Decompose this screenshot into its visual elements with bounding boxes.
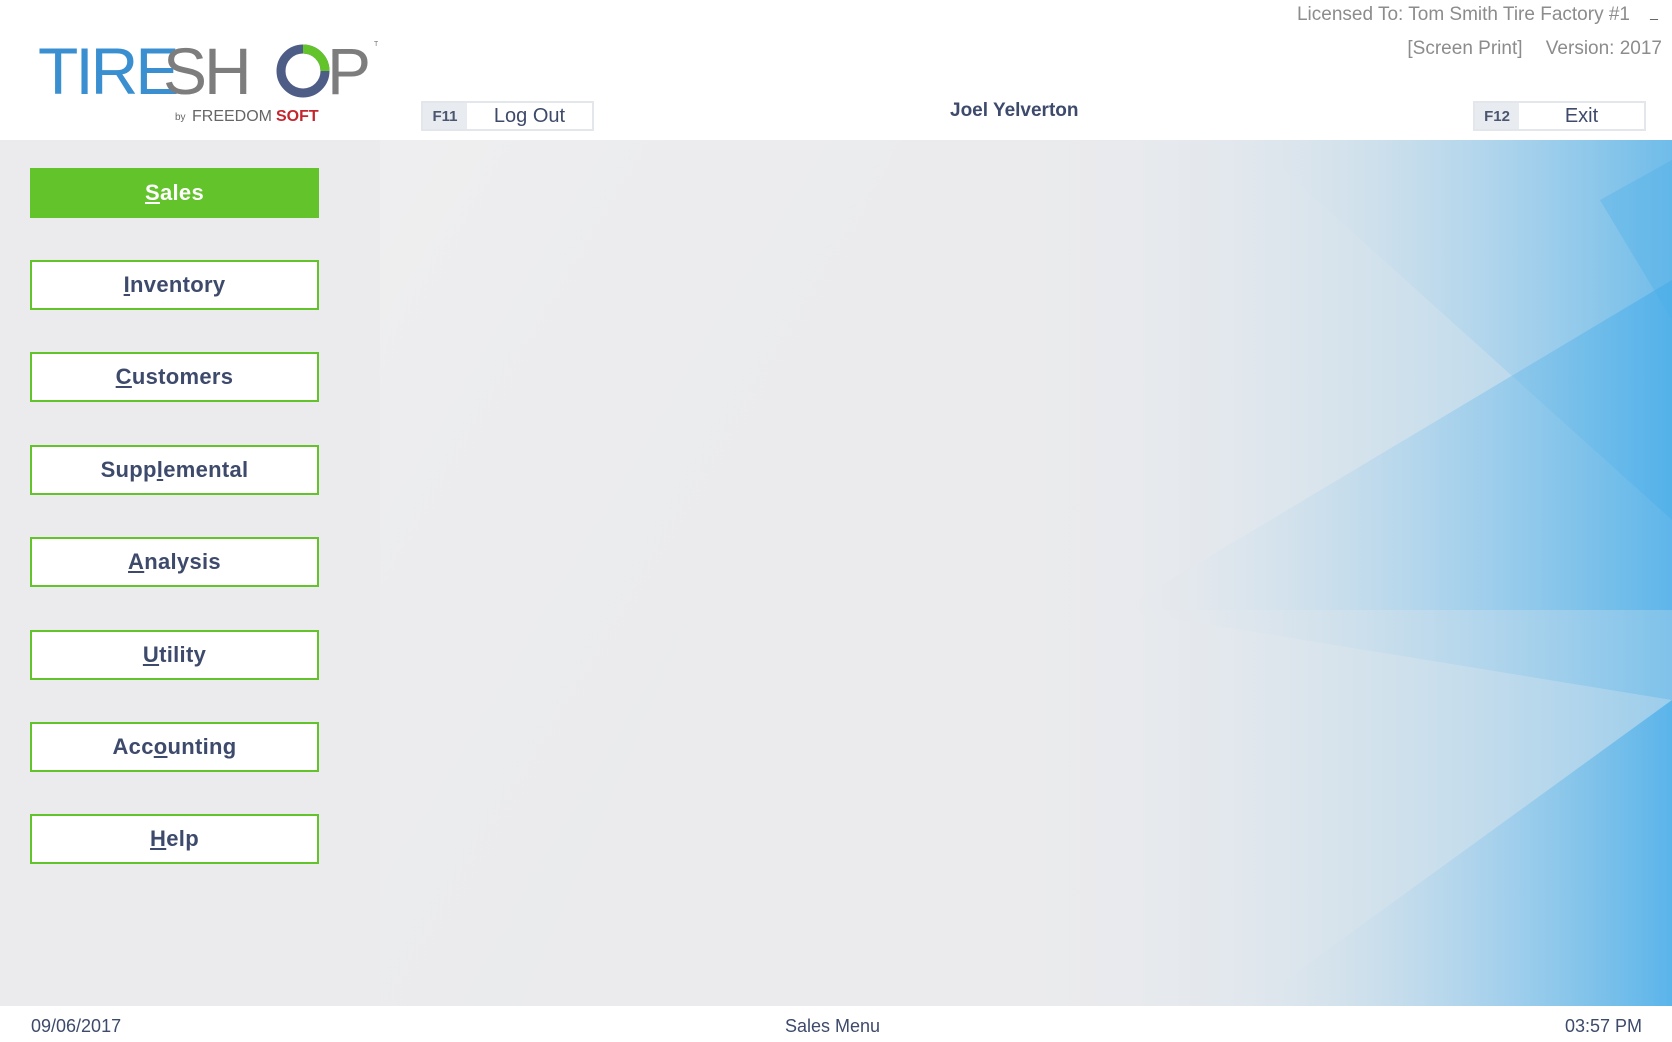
exit-button[interactable]: F12 Exit bbox=[1473, 101, 1646, 131]
logo-shop-text: SH bbox=[163, 34, 249, 108]
menu-sales-button[interactable]: Sales bbox=[30, 168, 319, 218]
status-time: 03:57 PM bbox=[1564, 1016, 1642, 1036]
menu-customers-button[interactable]: Customers bbox=[30, 352, 319, 402]
logo-tm-text: TM bbox=[374, 41, 378, 48]
menu-accounting-button[interactable]: Acc o unting bbox=[30, 722, 319, 772]
menu-utility-button[interactable]: Utility bbox=[30, 630, 319, 680]
menu-label-part: ales bbox=[159, 180, 204, 205]
status-bar: 09/06/2017 Sales Menu 03:57 PM bbox=[0, 1006, 1672, 1042]
main-area: Sales Inventory Customers Supp l emental A… bbox=[0, 140, 1672, 1006]
menu-hotkey-letter: S bbox=[144, 180, 160, 205]
menu-hotkey-letter: A bbox=[128, 549, 145, 574]
current-user: Joel Yelverton bbox=[950, 100, 1079, 121]
exit-label: Exit bbox=[1564, 104, 1599, 127]
logo-by-text: by bbox=[175, 112, 186, 123]
f11-key-label: F11 bbox=[423, 103, 467, 129]
menu-help-button[interactable]: Help bbox=[30, 814, 319, 864]
menu-inventory-button[interactable]: Inventory bbox=[30, 260, 319, 310]
menu-label-part: ustomers bbox=[131, 364, 234, 389]
version-text: Version: 2017 bbox=[1545, 38, 1662, 59]
screen-print-link[interactable]: [Screen Print] bbox=[1407, 38, 1522, 59]
logo-p-text: P bbox=[327, 34, 371, 108]
logout-button[interactable]: F11 Log Out bbox=[421, 101, 594, 131]
menu-label-part: Acc bbox=[112, 734, 154, 759]
menu-label-part: nventory bbox=[130, 272, 226, 297]
logo-tire-text: TIRE bbox=[38, 34, 177, 108]
menu-label-part: emental bbox=[163, 457, 249, 482]
menu-hotkey-letter: o bbox=[153, 734, 168, 759]
f12-key-label: F12 bbox=[1475, 103, 1519, 129]
print-version-row: [Screen Print] Version: 2017 bbox=[1389, 38, 1662, 60]
logout-label: Log Out bbox=[493, 104, 566, 127]
minimize-button[interactable]: _ bbox=[1644, 2, 1664, 22]
menu-analysis-button[interactable]: Analysis bbox=[30, 537, 319, 587]
menu-hotkey-letter: H bbox=[150, 826, 167, 851]
menu-label-part: Supp bbox=[100, 457, 157, 482]
menu-label-part: tility bbox=[159, 642, 207, 667]
menu-label-part: unting bbox=[167, 734, 237, 759]
menu-label-part: elp bbox=[166, 826, 199, 851]
header-bar: TIRE SH P by FREEDOM SOFT TM Licensed To… bbox=[0, 0, 1672, 140]
status-date: 09/06/2017 bbox=[31, 1016, 122, 1036]
logo-freedom-text: FREEDOM bbox=[192, 108, 272, 125]
tireshop-logo: TIRE SH P by FREEDOM SOFT TM bbox=[38, 34, 378, 134]
logo-soft-text: SOFT bbox=[276, 108, 319, 125]
menu-label-part: nalysis bbox=[144, 549, 221, 574]
menu-hotkey-letter: C bbox=[115, 364, 132, 389]
menu-supplemental-button[interactable]: Supp l emental bbox=[30, 445, 319, 495]
status-screen-name: Sales Menu bbox=[785, 1016, 881, 1036]
menu-hotkey-letter: U bbox=[142, 642, 160, 667]
license-text: Licensed To: Tom Smith Tire Factory #1 bbox=[1296, 4, 1630, 25]
